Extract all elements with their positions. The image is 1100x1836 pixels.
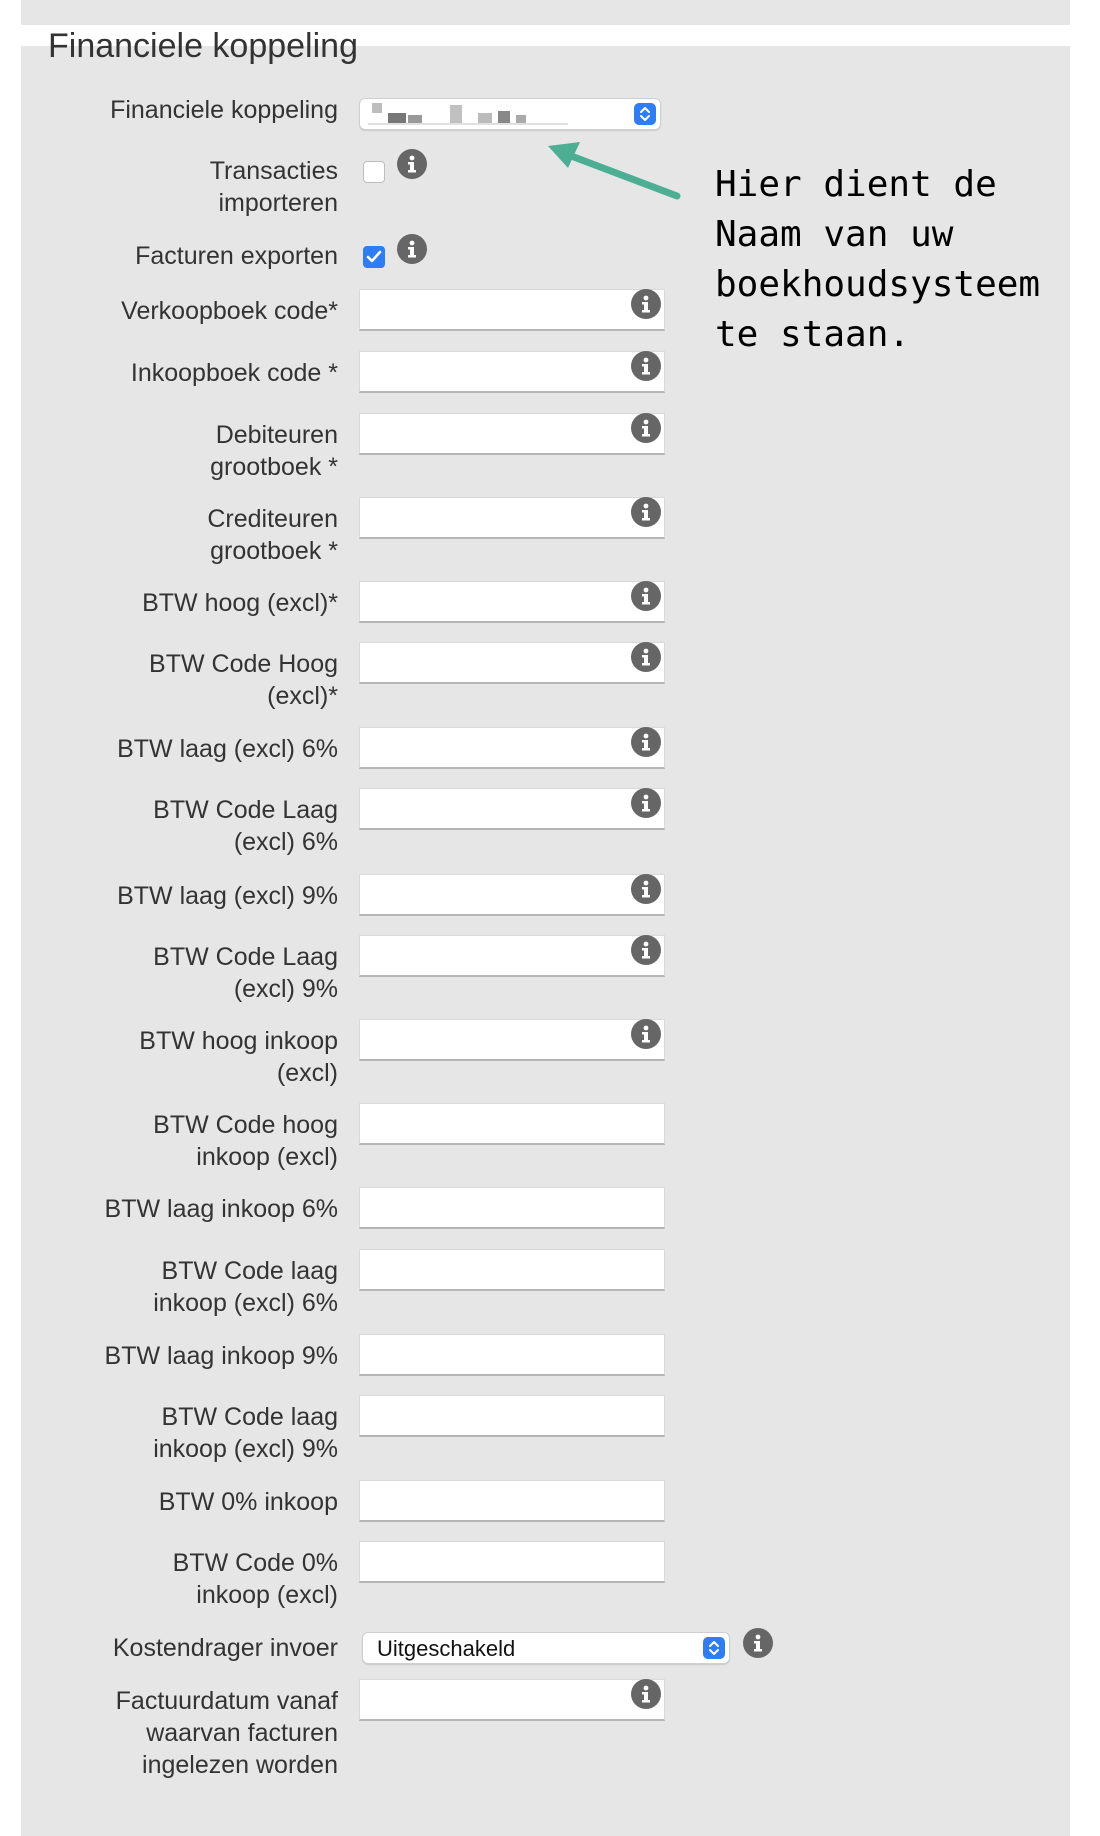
field-label: BTW Code laag inkoop (excl) 6% <box>153 1257 338 1317</box>
info-icon[interactable] <box>631 1019 661 1049</box>
checkmark-icon <box>366 250 382 263</box>
field-label: Financiele koppeling <box>110 96 338 124</box>
text-input[interactable] <box>359 727 665 769</box>
text-input[interactable] <box>359 413 665 455</box>
field-label: BTW Code Laag (excl) 6% <box>153 796 338 856</box>
field-label: BTW Code Laag (excl) 9% <box>153 943 338 1003</box>
info-icon[interactable] <box>631 497 661 527</box>
chevron-up-down-icon <box>634 103 656 125</box>
field-label: BTW hoog inkoop (excl) <box>139 1027 338 1087</box>
field-label: BTW Code hoog inkoop (excl) <box>153 1111 338 1171</box>
text-input[interactable] <box>359 351 665 393</box>
field-label: BTW Code 0% inkoop (excl) <box>172 1549 338 1609</box>
field-label: Factuurdatum vanaf waarvan facturen inge… <box>115 1687 338 1779</box>
text-input[interactable] <box>359 581 665 623</box>
text-input[interactable] <box>359 1249 665 1291</box>
text-input[interactable] <box>359 1679 665 1721</box>
info-icon[interactable] <box>631 289 661 319</box>
text-input[interactable] <box>359 935 665 977</box>
field-label: BTW laag inkoop 6% <box>104 1195 338 1223</box>
checkbox[interactable] <box>363 161 385 183</box>
field-label: BTW 0% inkoop <box>158 1488 338 1516</box>
annotation-arrow <box>548 142 681 200</box>
text-input[interactable] <box>359 289 665 331</box>
text-input[interactable] <box>359 788 665 830</box>
field-label: Crediteuren grootboek * <box>207 505 338 565</box>
select-value: Uitgeschakeld <box>377 1636 516 1661</box>
field-label: Transacties importeren <box>209 157 338 217</box>
info-icon[interactable] <box>743 1628 773 1658</box>
info-icon[interactable] <box>631 581 661 611</box>
text-input[interactable] <box>359 642 665 684</box>
text-input[interactable] <box>359 1541 665 1583</box>
info-icon[interactable] <box>631 351 661 381</box>
field-label: Facturen exporten <box>135 242 338 270</box>
field-label: Kostendrager invoer <box>112 1634 338 1662</box>
info-icon[interactable] <box>631 788 661 818</box>
text-input[interactable] <box>359 1480 665 1522</box>
text-input[interactable] <box>359 874 665 916</box>
field-label: BTW laag (excl) 6% <box>117 735 338 763</box>
cost-carrier-select[interactable]: Uitgeschakeld <box>362 1632 730 1664</box>
field-label: BTW Code Hoog (excl)* <box>149 650 338 710</box>
annotation-note: Hier dient de Naam van uw boekhoudsystee… <box>715 164 1041 355</box>
chevron-up-down-icon <box>703 1637 725 1659</box>
field-label: Verkoopboek code* <box>121 297 338 325</box>
info-icon[interactable] <box>397 234 427 264</box>
text-input[interactable] <box>359 497 665 539</box>
text-input[interactable] <box>359 1334 665 1376</box>
field-label: BTW Code laag inkoop (excl) 9% <box>153 1403 338 1463</box>
field-label: BTW hoog (excl)* <box>142 589 338 617</box>
text-input[interactable] <box>359 1395 665 1437</box>
redacted-value <box>368 103 568 125</box>
info-icon[interactable] <box>631 874 661 904</box>
field-label: Debiteuren grootboek * <box>210 421 338 481</box>
info-icon[interactable] <box>631 1679 661 1709</box>
info-icon[interactable] <box>397 149 427 179</box>
field-label: BTW laag inkoop 9% <box>104 1342 338 1370</box>
section-title: Financiele koppeling <box>48 27 358 65</box>
text-input[interactable] <box>359 1187 665 1229</box>
field-label: Inkoopboek code * <box>130 359 338 387</box>
financial-link-select[interactable] <box>359 98 661 130</box>
info-icon[interactable] <box>631 413 661 443</box>
top-panel-edge <box>21 0 1070 25</box>
info-icon[interactable] <box>631 727 661 757</box>
text-input[interactable] <box>359 1019 665 1061</box>
info-icon[interactable] <box>631 935 661 965</box>
text-input[interactable] <box>359 1103 665 1145</box>
checkbox-checked[interactable] <box>363 246 385 268</box>
field-label: BTW laag (excl) 9% <box>117 882 338 910</box>
info-icon[interactable] <box>631 642 661 672</box>
